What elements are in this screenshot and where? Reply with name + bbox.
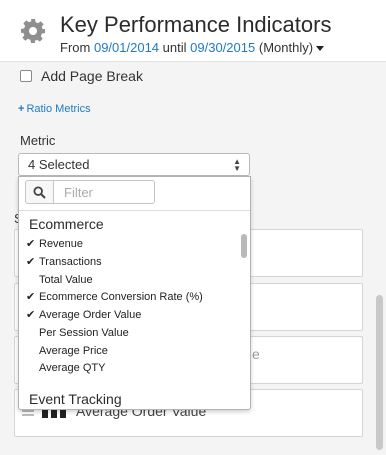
date-range: From 09/01/2014 until 09/30/2015 (Monthl…	[60, 40, 325, 55]
ratio-metrics-label: Ratio Metrics	[26, 103, 91, 115]
group-header-event-tracking: Event Tracking	[29, 391, 122, 407]
option-label: Average Price	[39, 345, 108, 357]
page-title: Key Performance Indicators	[60, 12, 332, 37]
search-button[interactable]	[25, 180, 53, 204]
search-icon	[33, 186, 46, 199]
caret-down-icon	[316, 46, 325, 52]
gear-icon[interactable]	[20, 18, 46, 44]
checkmark-icon: ✔	[26, 238, 36, 250]
metric-select-value: 4 Selected	[28, 157, 90, 172]
metric-select[interactable]: 4 Selected ▲ ▼	[18, 153, 250, 176]
report-header: Key Performance Indicators From 09/01/20…	[0, 0, 386, 62]
metric-label: Metric	[20, 133, 56, 148]
until-label: until	[162, 40, 187, 55]
end-date-link[interactable]: 09/30/2015	[190, 40, 255, 55]
select-arrows-icon: ▲ ▼	[233, 157, 241, 173]
option-label: Ecommerce Conversion Rate (%)	[39, 291, 203, 303]
option-label: Revenue	[39, 238, 84, 250]
page-break-checkbox[interactable]	[20, 70, 32, 82]
granularity-label: (Monthly)	[258, 40, 314, 55]
from-label: From	[60, 40, 91, 55]
option-label: Average QTY	[39, 362, 106, 374]
option-label: Transactions	[39, 256, 102, 268]
plus-icon: +	[18, 103, 25, 115]
page-break-label: Add Page Break	[41, 68, 143, 84]
filter-input[interactable]	[53, 180, 155, 204]
metric-dropdown: Ecommerce ✔ Revenue ✔ Transactions Total…	[18, 176, 251, 410]
checkmark-icon: ✔	[26, 291, 36, 303]
ratio-metrics-link[interactable]: + Ratio Metrics	[18, 103, 91, 115]
page-break-option[interactable]: Add Page Break	[20, 68, 143, 84]
option-label: Per Session Value	[39, 327, 129, 339]
option-label: Average Order Value	[39, 309, 142, 321]
checkmark-icon: ✔	[26, 256, 36, 268]
granularity-select[interactable]: (Monthly)	[258, 40, 325, 55]
panel-scrollbar-thumb[interactable]	[376, 295, 383, 450]
card-label-partial: e	[252, 346, 260, 362]
divider	[19, 210, 250, 211]
filter-row	[25, 180, 155, 204]
start-date-link[interactable]: 09/01/2014	[94, 40, 159, 55]
group-header-ecommerce: Ecommerce	[29, 216, 104, 232]
checkmark-icon: ✔	[26, 309, 36, 321]
option-label: Total Value	[39, 274, 93, 286]
dropdown-scrollbar-thumb[interactable]	[241, 234, 247, 258]
